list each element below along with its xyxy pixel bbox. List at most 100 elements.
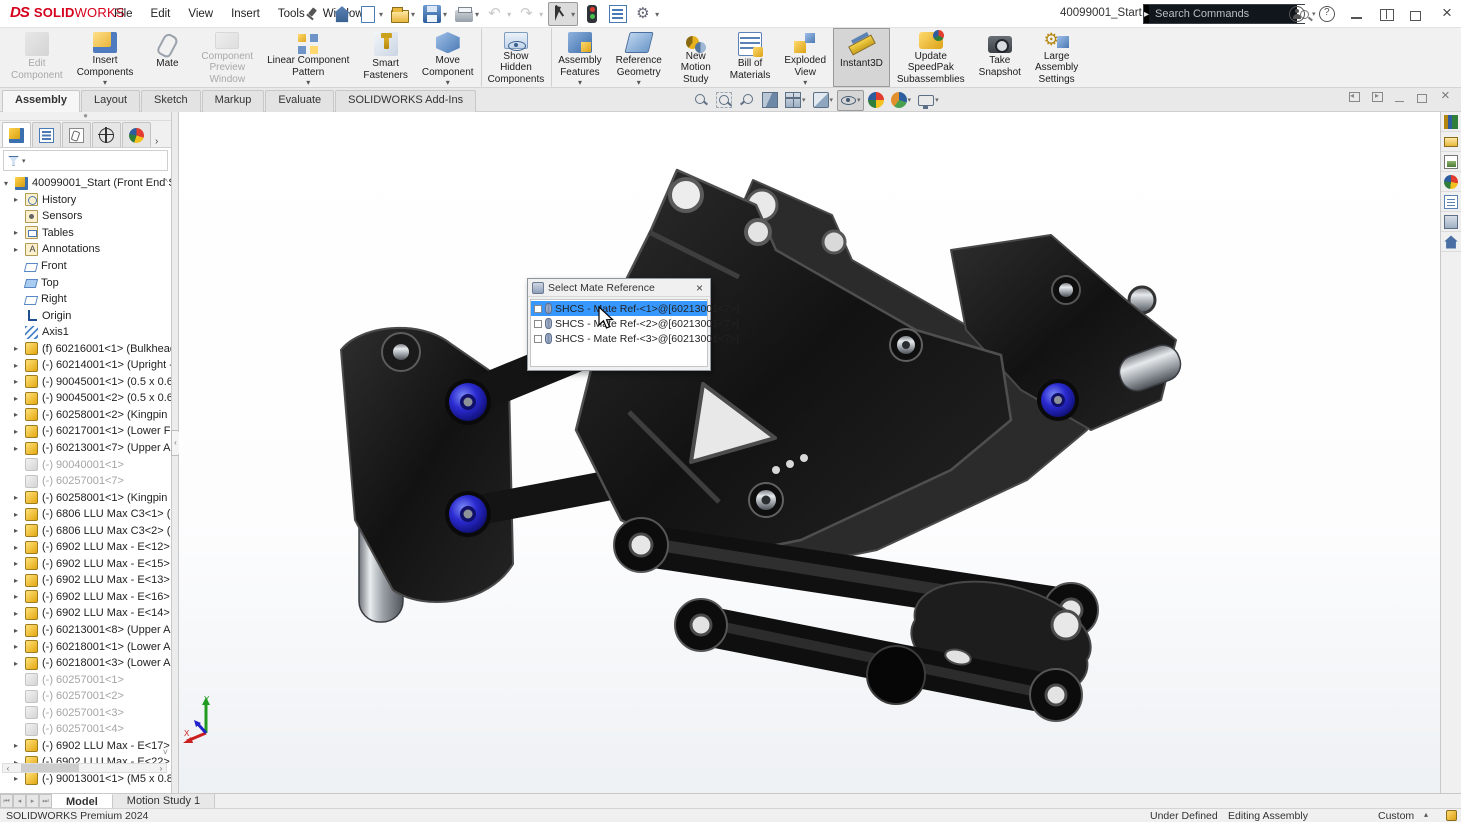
tab-nav-icon[interactable]: ◂ <box>13 794 26 808</box>
tree-item[interactable]: ▸ Sensors <box>0 208 171 225</box>
ribbon-button[interactable]: Reference Geometry ▾ <box>609 28 669 87</box>
tree-filter[interactable]: ▾ <box>3 150 168 171</box>
document-window-icon[interactable] <box>1371 91 1384 103</box>
expand-arrow-icon[interactable]: ▸ <box>14 526 25 535</box>
panel-tab[interactable] <box>62 122 91 147</box>
panel-tab[interactable] <box>2 122 31 147</box>
expand-arrow-icon[interactable]: ▸ <box>14 361 25 370</box>
document-tab[interactable]: Motion Study 1 <box>112 794 216 808</box>
window-control-icon[interactable] <box>1349 6 1365 22</box>
ribbon-button[interactable]: Bill of Materials ▾ <box>723 28 778 87</box>
tree-item[interactable]: ▸ (-) 6902 LLU Max - E<12> (Ø 1: <box>0 539 171 556</box>
document-window-icon[interactable] <box>1348 91 1361 103</box>
expand-arrow-icon[interactable]: ▸ <box>14 493 25 502</box>
quick-access-button[interactable]: ▾ <box>330 2 354 26</box>
tree-item[interactable]: ▸ (-) 6806 LLU Max C3<2> (Beari <box>0 522 171 539</box>
tree-item[interactable]: ▸ (-) 60213001<7> (Upper Articu <box>0 440 171 457</box>
expand-arrow-icon[interactable]: ▸ <box>14 543 25 552</box>
ribbon-button[interactable]: Take Snapshot ▾ <box>972 28 1028 87</box>
tree-item[interactable]: ▸ (-) 6902 LLU Max - E<14> (Ø 1: <box>0 605 171 622</box>
view-toolbar-button[interactable]: ▾ <box>865 90 887 111</box>
task-pane-button[interactable] <box>1441 172 1461 192</box>
scrollbar-thumb[interactable] <box>21 764 79 772</box>
dialog-close-icon[interactable]: × <box>693 281 706 295</box>
tree-item[interactable]: ▸ (-) 60257001<2> <box>0 688 171 705</box>
status-tag-icon[interactable] <box>1446 810 1457 821</box>
tree-item[interactable]: ▸ (-) 6806 LLU Max C3<1> (Beari <box>0 506 171 523</box>
quick-access-button[interactable]: ▾ <box>452 2 482 26</box>
quick-access-button[interactable]: ▾ <box>548 2 579 26</box>
ribbon-button[interactable]: Show Hidden Components ▾ <box>480 28 552 87</box>
window-control-icon[interactable] <box>1439 3 1455 23</box>
scroll-right-icon[interactable]: › <box>156 764 166 773</box>
configuration-arrow-icon[interactable]: ▴ <box>1424 810 1428 819</box>
tree-item[interactable]: ▸ (-) 60257001<4> <box>0 721 171 738</box>
expand-arrow-icon[interactable]: ▸ <box>14 394 25 403</box>
expand-arrow-icon[interactable]: ▸ <box>14 427 25 436</box>
tree-item[interactable]: ▸ (-) 60217001<1> (Lower Frame <box>0 423 171 440</box>
tree-item[interactable]: ▸ (-) 60257001<1> <box>0 671 171 688</box>
task-pane-button[interactable] <box>1441 192 1461 212</box>
tree-scroll-down-icon[interactable]: ˅ <box>163 747 168 757</box>
tree-item[interactable]: ▸ (-) 6902 LLU Max - E<13> (Ø 1: <box>0 572 171 589</box>
tree-item[interactable]: ▸ (-) 90045001<2> (0.5 x 0.6 x 1 E <box>0 390 171 407</box>
menu-item[interactable]: View <box>179 0 222 28</box>
tree-item[interactable]: ▸ Front <box>0 258 171 275</box>
command-tab[interactable]: Sketch <box>141 90 201 112</box>
task-pane-button[interactable] <box>1441 212 1461 232</box>
command-tab[interactable]: Markup <box>201 90 265 112</box>
document-window-icon[interactable] <box>1417 91 1430 103</box>
quick-access-button[interactable]: ▾ <box>356 2 386 26</box>
quick-access-button[interactable]: ▾ <box>484 2 514 26</box>
expand-arrow-icon[interactable]: ▸ <box>14 626 25 635</box>
view-toolbar-button[interactable]: ▾ <box>810 90 837 111</box>
scroll-left-icon[interactable]: ‹ <box>3 764 13 773</box>
tree-item[interactable]: ▸ (-) 90045001<1> (0.5 x 0.6 x 1 E <box>0 374 171 391</box>
tree-scroll-up-icon[interactable]: ^ <box>164 177 168 187</box>
panel-grip[interactable]: ● <box>0 112 171 121</box>
tree-item[interactable]: ▸ (-) 60257001<7> <box>0 473 171 490</box>
view-toolbar-button[interactable]: ▾ <box>888 90 915 111</box>
window-control-icon[interactable] <box>1379 6 1395 22</box>
tree-item[interactable]: ▸ (-) 60218001<3> (Lower AR Arr <box>0 655 171 672</box>
quick-access-button[interactable]: ▾ <box>516 2 546 26</box>
ribbon-button[interactable]: Large Assembly Settings ▾ <box>1028 28 1085 87</box>
task-pane-button[interactable] <box>1441 112 1461 132</box>
view-toolbar-button[interactable]: ▾ <box>837 89 864 111</box>
ribbon-button[interactable]: Component Preview Window ▾ <box>194 28 260 87</box>
command-tab[interactable]: Evaluate <box>265 90 335 112</box>
ribbon-button[interactable]: Update SpeedPak Subassemblies ▾ <box>890 28 972 87</box>
window-control-icon[interactable] <box>1319 6 1335 22</box>
mate-reference-item[interactable]: SHCS - Mate Ref-<2>@[60213001<7>] <box>531 316 739 331</box>
expand-arrow-icon[interactable]: ▸ <box>14 228 25 237</box>
tree-item[interactable]: ▸ (-) 60258001<1> (Kingpin Spac <box>0 489 171 506</box>
search-commands-box[interactable]: ▸ ▾ <box>1143 4 1319 24</box>
expand-arrow-icon[interactable]: ▸ <box>14 642 25 651</box>
ribbon-button[interactable]: Move Component ▾ <box>415 28 481 87</box>
panel-tab[interactable] <box>122 122 151 147</box>
expand-arrow-icon[interactable]: ▸ <box>14 659 25 668</box>
tree-item[interactable]: ▸ Annotations <box>0 241 171 258</box>
tree-item[interactable]: ▸ (f) 60216001<1> (Bulkhead) <box>0 340 171 357</box>
menu-item[interactable]: Edit <box>142 0 180 28</box>
filter-dropdown-icon[interactable]: ▾ <box>22 157 26 165</box>
search-input[interactable] <box>1149 8 1298 20</box>
tree-item[interactable]: ▸ Origin <box>0 307 171 324</box>
ribbon-button[interactable]: Smart Fasteners ▾ <box>356 28 414 87</box>
panel-tab[interactable] <box>92 122 121 147</box>
tree-item[interactable]: ▸ (-) 60214001<1> (Upright - Lef <box>0 357 171 374</box>
tree-horizontal-scrollbar[interactable]: ‹ › <box>2 763 167 773</box>
ribbon-button[interactable]: Insert Components ▾ <box>70 28 141 87</box>
tree-item[interactable]: ▸ (-) 90013001<1> (M5 x 0.8 x 14 <box>0 771 171 787</box>
panel-tabs-overflow-icon[interactable]: › <box>155 136 158 147</box>
menu-item[interactable]: File <box>105 0 142 28</box>
tree-item[interactable]: ▸ History <box>0 192 171 209</box>
tree-item[interactable]: ▸ (-) 60218001<1> (Lower AR Arr <box>0 638 171 655</box>
graphics-area[interactable]: Y X <box>179 112 1440 793</box>
ribbon-button[interactable]: Instant3D ▾ <box>833 28 890 87</box>
document-tab[interactable]: Model <box>52 794 113 808</box>
tab-nav-icon[interactable]: ⏮ <box>0 794 13 808</box>
task-pane-button[interactable] <box>1441 152 1461 172</box>
command-tab[interactable]: SOLIDWORKS Add-Ins <box>335 90 477 112</box>
expand-arrow-icon[interactable]: ▸ <box>14 410 25 419</box>
